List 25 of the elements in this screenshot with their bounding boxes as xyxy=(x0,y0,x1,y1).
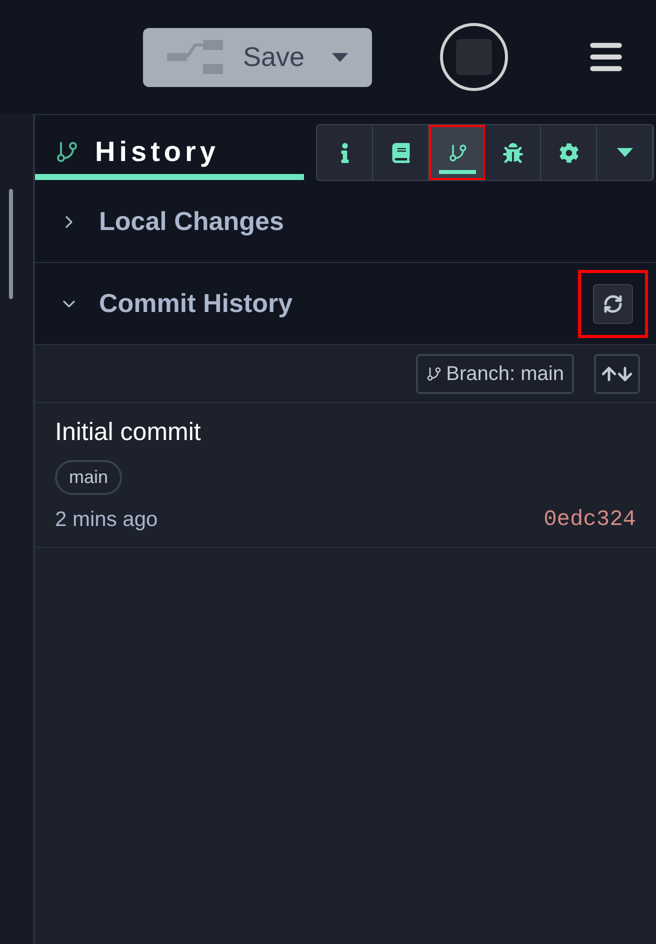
flow-icon xyxy=(167,39,223,75)
settings-icon xyxy=(558,142,578,162)
book-icon xyxy=(390,142,410,162)
refresh-button[interactable] xyxy=(593,284,633,324)
branch-icon xyxy=(448,142,468,162)
refresh-icon xyxy=(603,294,623,314)
scrollbar-thumb[interactable] xyxy=(9,189,13,299)
bug-icon xyxy=(502,142,522,162)
avatar-button[interactable] xyxy=(440,23,508,91)
caret-icon xyxy=(616,148,632,157)
panel-title: History xyxy=(95,134,220,169)
sort-button[interactable] xyxy=(594,354,640,394)
section-header[interactable]: Local Changes xyxy=(59,202,284,241)
save-button[interactable]: Save xyxy=(143,28,372,86)
branch-icon xyxy=(55,140,79,164)
commit-hash: 0edc324 xyxy=(544,506,636,534)
avatar-icon xyxy=(456,39,492,75)
branch-button[interactable]: Branch: main xyxy=(416,354,574,394)
caret-icon xyxy=(332,52,348,62)
commit-time: 2 mins ago xyxy=(55,506,158,532)
section-header[interactable]: Commit History xyxy=(59,284,293,323)
commit-message: Initial commit xyxy=(55,417,202,448)
branch-tag: main xyxy=(55,460,122,495)
commit-row[interactable]: Initial commit main 2 mins ago 0edc324 xyxy=(35,403,656,548)
tool-tab[interactable] xyxy=(429,125,485,180)
